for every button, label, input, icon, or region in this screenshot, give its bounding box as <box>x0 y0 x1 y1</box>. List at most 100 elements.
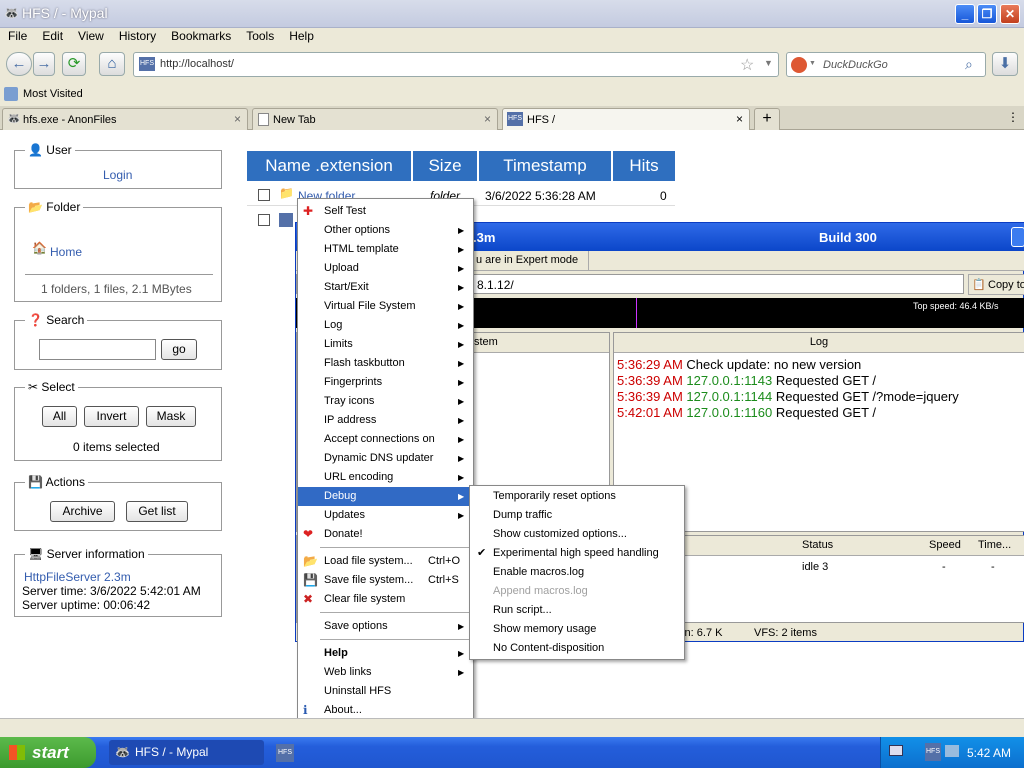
menu-item-html-template[interactable]: HTML template ▶ <box>298 240 473 259</box>
menu-item-ip-address[interactable]: IP address ▶ <box>298 411 473 430</box>
start-button[interactable]: start <box>0 737 96 768</box>
go-button[interactable]: go <box>161 339 197 360</box>
status-col[interactable]: Status <box>802 539 833 551</box>
most-visited-link[interactable]: Most Visited <box>23 88 83 100</box>
close-icon[interactable]: × <box>736 112 743 126</box>
menu-item-clear-file-system[interactable]: ✖ Clear file system <box>298 590 473 609</box>
close-button[interactable]: ✕ <box>1000 4 1020 24</box>
menu-item-help[interactable]: Help ▶ <box>298 644 473 663</box>
menu-item-web-links[interactable]: Web links ▶ <box>298 663 473 682</box>
menu-item-debug[interactable]: Debug ▶ <box>298 487 473 506</box>
menu-item-dynamic-dns-updater[interactable]: Dynamic DNS updater ▶ <box>298 449 473 468</box>
menu-item-tray-icons[interactable]: Tray icons ▶ <box>298 392 473 411</box>
menu-item-updates[interactable]: Updates ▶ <box>298 506 473 525</box>
hfs-minimize-button[interactable] <box>1011 227 1024 247</box>
menu-item-flash-taskbutton[interactable]: Flash taskbutton ▶ <box>298 354 473 373</box>
time-col[interactable]: Time... <box>978 539 1011 551</box>
menu-item-url-encoding[interactable]: URL encoding ▶ <box>298 468 473 487</box>
debug-item-dump-traffic[interactable]: Dump traffic <box>470 506 684 525</box>
menu-view[interactable]: View <box>70 28 111 43</box>
login-link[interactable]: Login <box>103 168 132 182</box>
copy-url-button[interactable]: 📋 Copy to <box>968 274 1024 295</box>
tab-new-tab[interactable]: New Tab × <box>252 108 498 130</box>
menu-tools[interactable]: Tools <box>238 28 281 43</box>
expert-mode-button[interactable]: u are in Expert mode <box>476 254 578 266</box>
menu-item-upload[interactable]: Upload ▶ <box>298 259 473 278</box>
url-dropdown-icon[interactable]: ▼ <box>764 58 773 68</box>
column-header-timestamp[interactable]: Timestamp <box>479 151 611 181</box>
menu-item-label: Other options <box>324 224 391 236</box>
column-header-name[interactable]: Name .extension <box>247 151 411 181</box>
search-bar[interactable]: ▼ DuckDuckGo ⌕ <box>786 52 986 77</box>
minimize-button[interactable]: _ <box>955 4 975 24</box>
speed-col[interactable]: Speed <box>929 539 961 551</box>
server-version-link[interactable]: HttpFileServer 2.3m <box>24 570 131 584</box>
reload-button[interactable]: ⟳ <box>62 52 86 76</box>
row-checkbox[interactable] <box>258 214 270 226</box>
close-icon[interactable]: × <box>234 112 241 126</box>
tab-hfs[interactable]: HFS HFS / × <box>502 108 750 130</box>
debug-item-show-memory-usage[interactable]: Show memory usage <box>470 620 684 639</box>
select-all-button[interactable]: All <box>42 406 77 427</box>
menu-item-uninstall-hfs[interactable]: Uninstall HFS <box>298 682 473 701</box>
menu-item-accept-connections-on[interactable]: Accept connections on ▶ <box>298 430 473 449</box>
menu-item-save-file-system[interactable]: 💾 Save file system... Ctrl+S <box>298 571 473 590</box>
home-link[interactable]: Home <box>50 245 82 259</box>
debug-item-enable-macros-log[interactable]: Enable macros.log <box>470 563 684 582</box>
menu-item-start-exit[interactable]: Start/Exit ▶ <box>298 278 473 297</box>
maximize-button[interactable]: ❐ <box>977 4 997 24</box>
menu-bookmarks[interactable]: Bookmarks <box>163 28 238 43</box>
menu-item-other-options[interactable]: Other options ▶ <box>298 221 473 240</box>
debug-item-run-script[interactable]: Run script... <box>470 601 684 620</box>
menu-item-load-file-system[interactable]: 📂 Load file system... Ctrl+O <box>298 552 473 571</box>
search-icon[interactable]: ⌕ <box>965 56 973 73</box>
column-header-size[interactable]: Size <box>413 151 477 181</box>
forward-button[interactable]: → <box>33 52 55 76</box>
menu-item-fingerprints[interactable]: Fingerprints ▶ <box>298 373 473 392</box>
url-bar[interactable]: HFS http://localhost/ ☆ ▼ <box>133 52 779 77</box>
keyboard-icon[interactable] <box>889 745 903 756</box>
search-engine-dropdown-icon[interactable]: ▼ <box>809 60 816 67</box>
row-checkbox[interactable] <box>258 189 270 201</box>
menu-item-log[interactable]: Log ▶ <box>298 316 473 335</box>
debug-item-label: Show memory usage <box>493 623 597 635</box>
log-time: 5:36:29 AM <box>617 357 683 372</box>
menu-help[interactable]: Help <box>281 28 321 43</box>
column-header-hits[interactable]: Hits <box>613 151 675 181</box>
close-icon[interactable]: × <box>484 112 491 126</box>
log-address: 127.0.0.1:1160 <box>686 405 773 420</box>
debug-item-show-customized-options[interactable]: Show customized options... <box>470 525 684 544</box>
hfs-taskbar-icon[interactable]: HFS <box>276 744 294 762</box>
menu-item-save-options[interactable]: Save options ▶ <box>298 617 473 636</box>
duckduckgo-icon[interactable] <box>791 57 807 73</box>
bookmark-star-icon[interactable]: ☆ <box>740 55 754 75</box>
new-tab-button[interactable]: + <box>754 108 780 130</box>
menu-file[interactable]: File <box>0 28 34 43</box>
hfs-tray-icon[interactable]: HFS <box>925 743 941 761</box>
taskbar-item-mypal[interactable]: 🦝 HFS / - Mypal <box>109 740 264 765</box>
archive-button[interactable]: Archive <box>50 501 115 522</box>
back-button[interactable]: ← <box>6 52 32 76</box>
debug-item-temporarily-reset-options[interactable]: Temporarily reset options <box>470 487 684 506</box>
mask-button[interactable]: Mask <box>146 406 196 427</box>
invert-button[interactable]: Invert <box>84 406 139 427</box>
network-icon[interactable] <box>945 745 959 757</box>
debug-item-experimental-high-speed-handling[interactable]: ✔ Experimental high speed handling <box>470 544 684 563</box>
tab-anonfiles[interactable]: 🦝 hfs.exe - AnonFiles × <box>2 108 248 130</box>
submenu-arrow-icon: ▶ <box>458 492 465 501</box>
tab-list-icon[interactable]: ⋮⋮ <box>1007 110 1024 124</box>
get-list-button[interactable]: Get list <box>126 501 188 522</box>
search-placeholder: DuckDuckGo <box>823 59 888 71</box>
downloads-button[interactable]: ⬇ <box>992 52 1018 76</box>
menu-item-self-test[interactable]: ✚ Self Test <box>298 202 473 221</box>
menu-history[interactable]: History <box>111 28 163 43</box>
menu-item-donate[interactable]: ❤ Donate! <box>298 525 473 544</box>
search-input[interactable] <box>39 339 156 360</box>
menu-item-virtual-file-system[interactable]: Virtual File System ▶ <box>298 297 473 316</box>
server-legend: 🖥 Server information <box>25 547 148 561</box>
menu-item-limits[interactable]: Limits ▶ <box>298 335 473 354</box>
menu-edit[interactable]: Edit <box>34 28 70 43</box>
folder-panel: 📂 Folder 🏠 Home 1 folders, 1 files, 2.1 … <box>14 200 222 302</box>
debug-item-no-content-disposition[interactable]: No Content-disposition <box>470 639 684 658</box>
home-button[interactable]: ⌂ <box>99 52 125 76</box>
